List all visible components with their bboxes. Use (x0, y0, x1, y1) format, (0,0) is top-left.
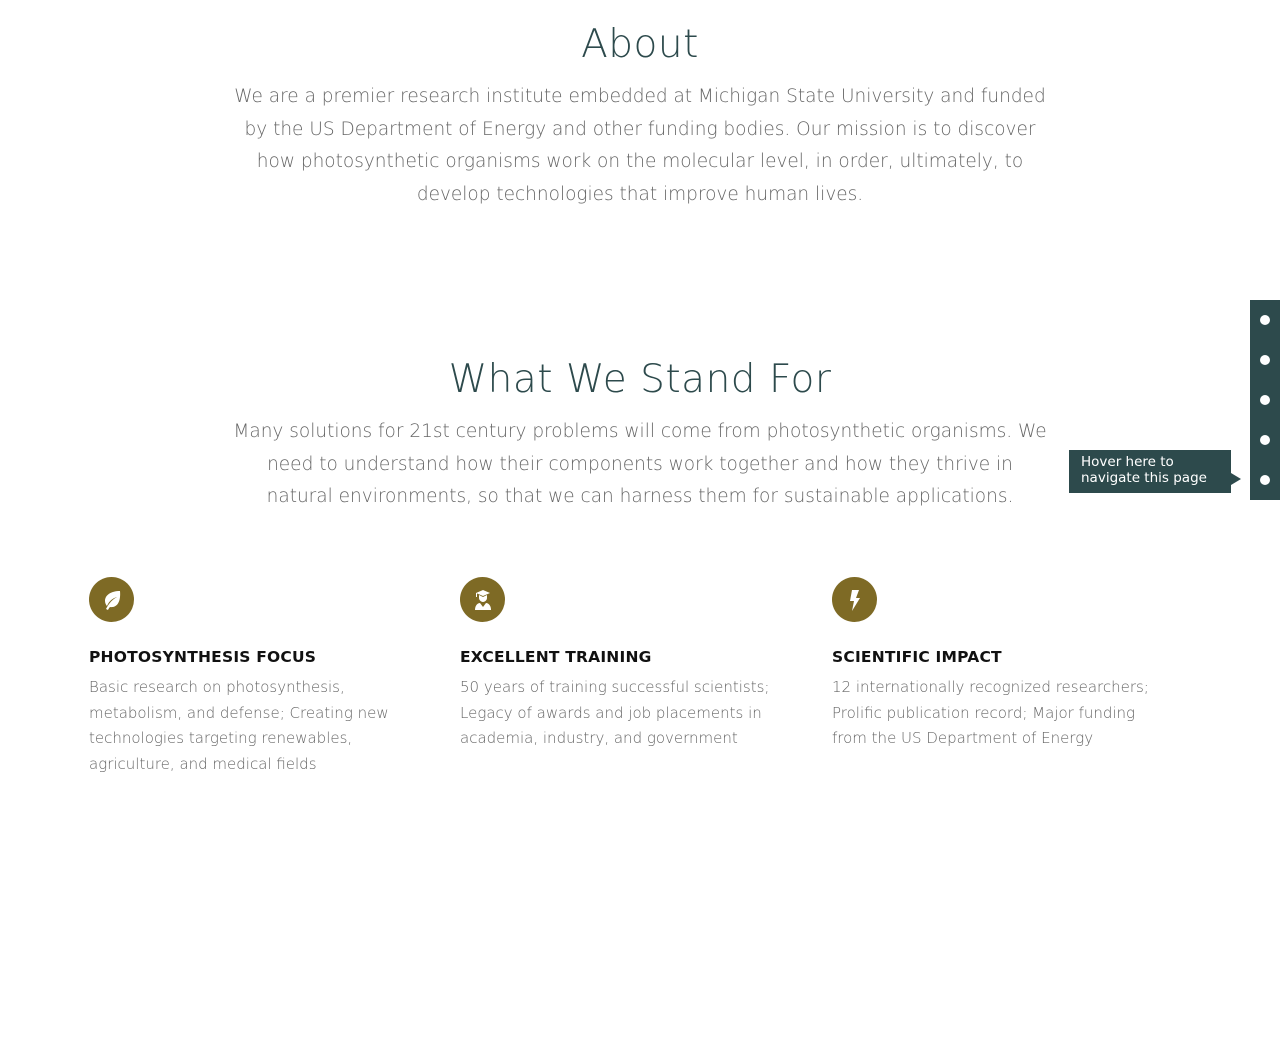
feature-heading: EXCELLENT TRAINING (460, 648, 652, 666)
about-title: About (581, 22, 699, 67)
feature-excellent-training: EXCELLENT TRAINING 50 years of training … (460, 577, 790, 752)
nav-tooltip-line: Hover here to (1081, 454, 1174, 470)
feature-text: Basic research on photosynthesis, metabo… (89, 678, 389, 774)
nav-tooltip-line: navigate this page (1081, 470, 1207, 486)
feature-photosynthesis-focus: PHOTOSYNTHESIS FOCUS Basic research on p… (89, 577, 419, 778)
feature-text: 50 years of training successful scientis… (460, 678, 770, 748)
nav-tooltip: Hover here to navigate this page (1069, 450, 1231, 493)
side-page-nav[interactable] (1250, 300, 1280, 500)
leaf-icon (89, 577, 134, 622)
stand-for-title: What We Stand For (448, 357, 832, 402)
nav-dot-1[interactable] (1260, 315, 1270, 325)
stand-for-description: Many solutions for 21st century problems… (233, 421, 1047, 507)
nav-dot-3[interactable] (1260, 395, 1270, 405)
nav-dot-5[interactable] (1260, 475, 1270, 485)
lightning-bolt-icon (832, 577, 877, 622)
nav-dot-4[interactable] (1260, 435, 1270, 445)
feature-scientific-impact: SCIENTIFIC IMPACT 12 internationally rec… (832, 577, 1162, 752)
nav-dot-2[interactable] (1260, 355, 1270, 365)
about-description: We are a premier research institute embe… (234, 86, 1046, 205)
feature-heading: PHOTOSYNTHESIS FOCUS (89, 648, 317, 666)
graduate-icon (460, 577, 505, 622)
feature-text: 12 internationally recognized researcher… (832, 678, 1149, 748)
nav-tooltip-arrow (1231, 473, 1241, 485)
feature-heading: SCIENTIFIC IMPACT (832, 648, 1002, 666)
